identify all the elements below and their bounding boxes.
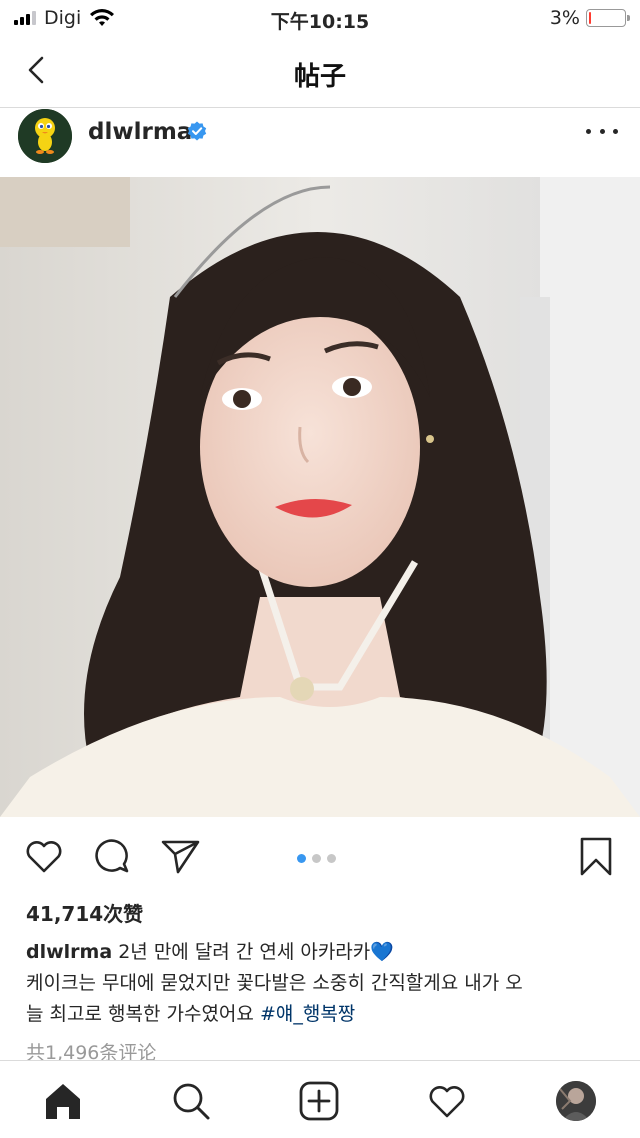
more-dot (599, 128, 605, 134)
page-title: 帖子 (293, 62, 346, 92)
verified-badge-icon (187, 121, 207, 141)
carousel-dot (312, 854, 321, 863)
carousel-dot (327, 854, 336, 863)
more-dot (613, 128, 618, 134)
caption-username[interactable]: dlwlrma (26, 941, 112, 963)
status-time: 下午10:15 (270, 11, 370, 33)
status-right: 3% (549, 7, 630, 29)
profile-avatar[interactable] (556, 1081, 596, 1121)
caption-text-2: 케이크는 무대에 묻었지만 꽃다발은 소중히 간직할게요 내가 오 (26, 972, 523, 994)
comment-icon[interactable] (90, 834, 134, 878)
status-bar: Digi 下午10:15 3% (0, 0, 640, 36)
view-comments-link[interactable]: 共1,496条评论 (26, 1038, 156, 1060)
caption-line-1: dlwlrma 2년 만에 달려 간 연세 아카라카💙 (26, 937, 622, 968)
post-username[interactable]: dlwlrma (88, 119, 192, 145)
post-actions (0, 830, 640, 886)
profile-avatar-image (556, 1081, 596, 1121)
nav-bar: 帖子 (0, 36, 640, 108)
caption-text-1: 2년 만에 달려 간 연세 아카라카💙 (118, 941, 394, 963)
more-dot (586, 128, 591, 134)
carousel-dot (297, 854, 306, 863)
home-icon[interactable] (41, 1079, 85, 1123)
paper-plane-icon[interactable] (158, 834, 202, 878)
tab-bar (0, 1060, 640, 1138)
add-post-icon[interactable] (297, 1079, 341, 1123)
post-photo-image (0, 177, 640, 817)
battery-fill (589, 12, 591, 24)
more-options-button[interactable] (586, 121, 618, 141)
caption-hashtag[interactable]: #얘_행복짱 (260, 1003, 355, 1025)
activity-heart-icon[interactable] (425, 1079, 469, 1123)
avatar[interactable] (18, 109, 72, 163)
bookmark-icon[interactable] (574, 834, 618, 878)
heart-icon[interactable] (22, 834, 66, 878)
carousel-indicator (297, 854, 336, 863)
like-count[interactable]: 41,714次赞 (26, 898, 143, 927)
caption-text-3: 늘 최고로 행복한 가수였어요 (26, 1003, 254, 1025)
caption-line-3: 늘 최고로 행복한 가수였어요 #얘_행복짱 (26, 999, 622, 1030)
post-photo[interactable] (0, 177, 640, 817)
battery-percent: 3% (549, 7, 580, 29)
tweety-avatar-image (18, 109, 72, 163)
battery-icon (586, 9, 630, 27)
search-icon[interactable] (169, 1079, 213, 1123)
post-caption: dlwlrma 2년 만에 달려 간 연세 아카라카💙 케이크는 무대에 묻었지… (26, 937, 622, 1030)
post-header: dlwlrma (0, 109, 640, 177)
